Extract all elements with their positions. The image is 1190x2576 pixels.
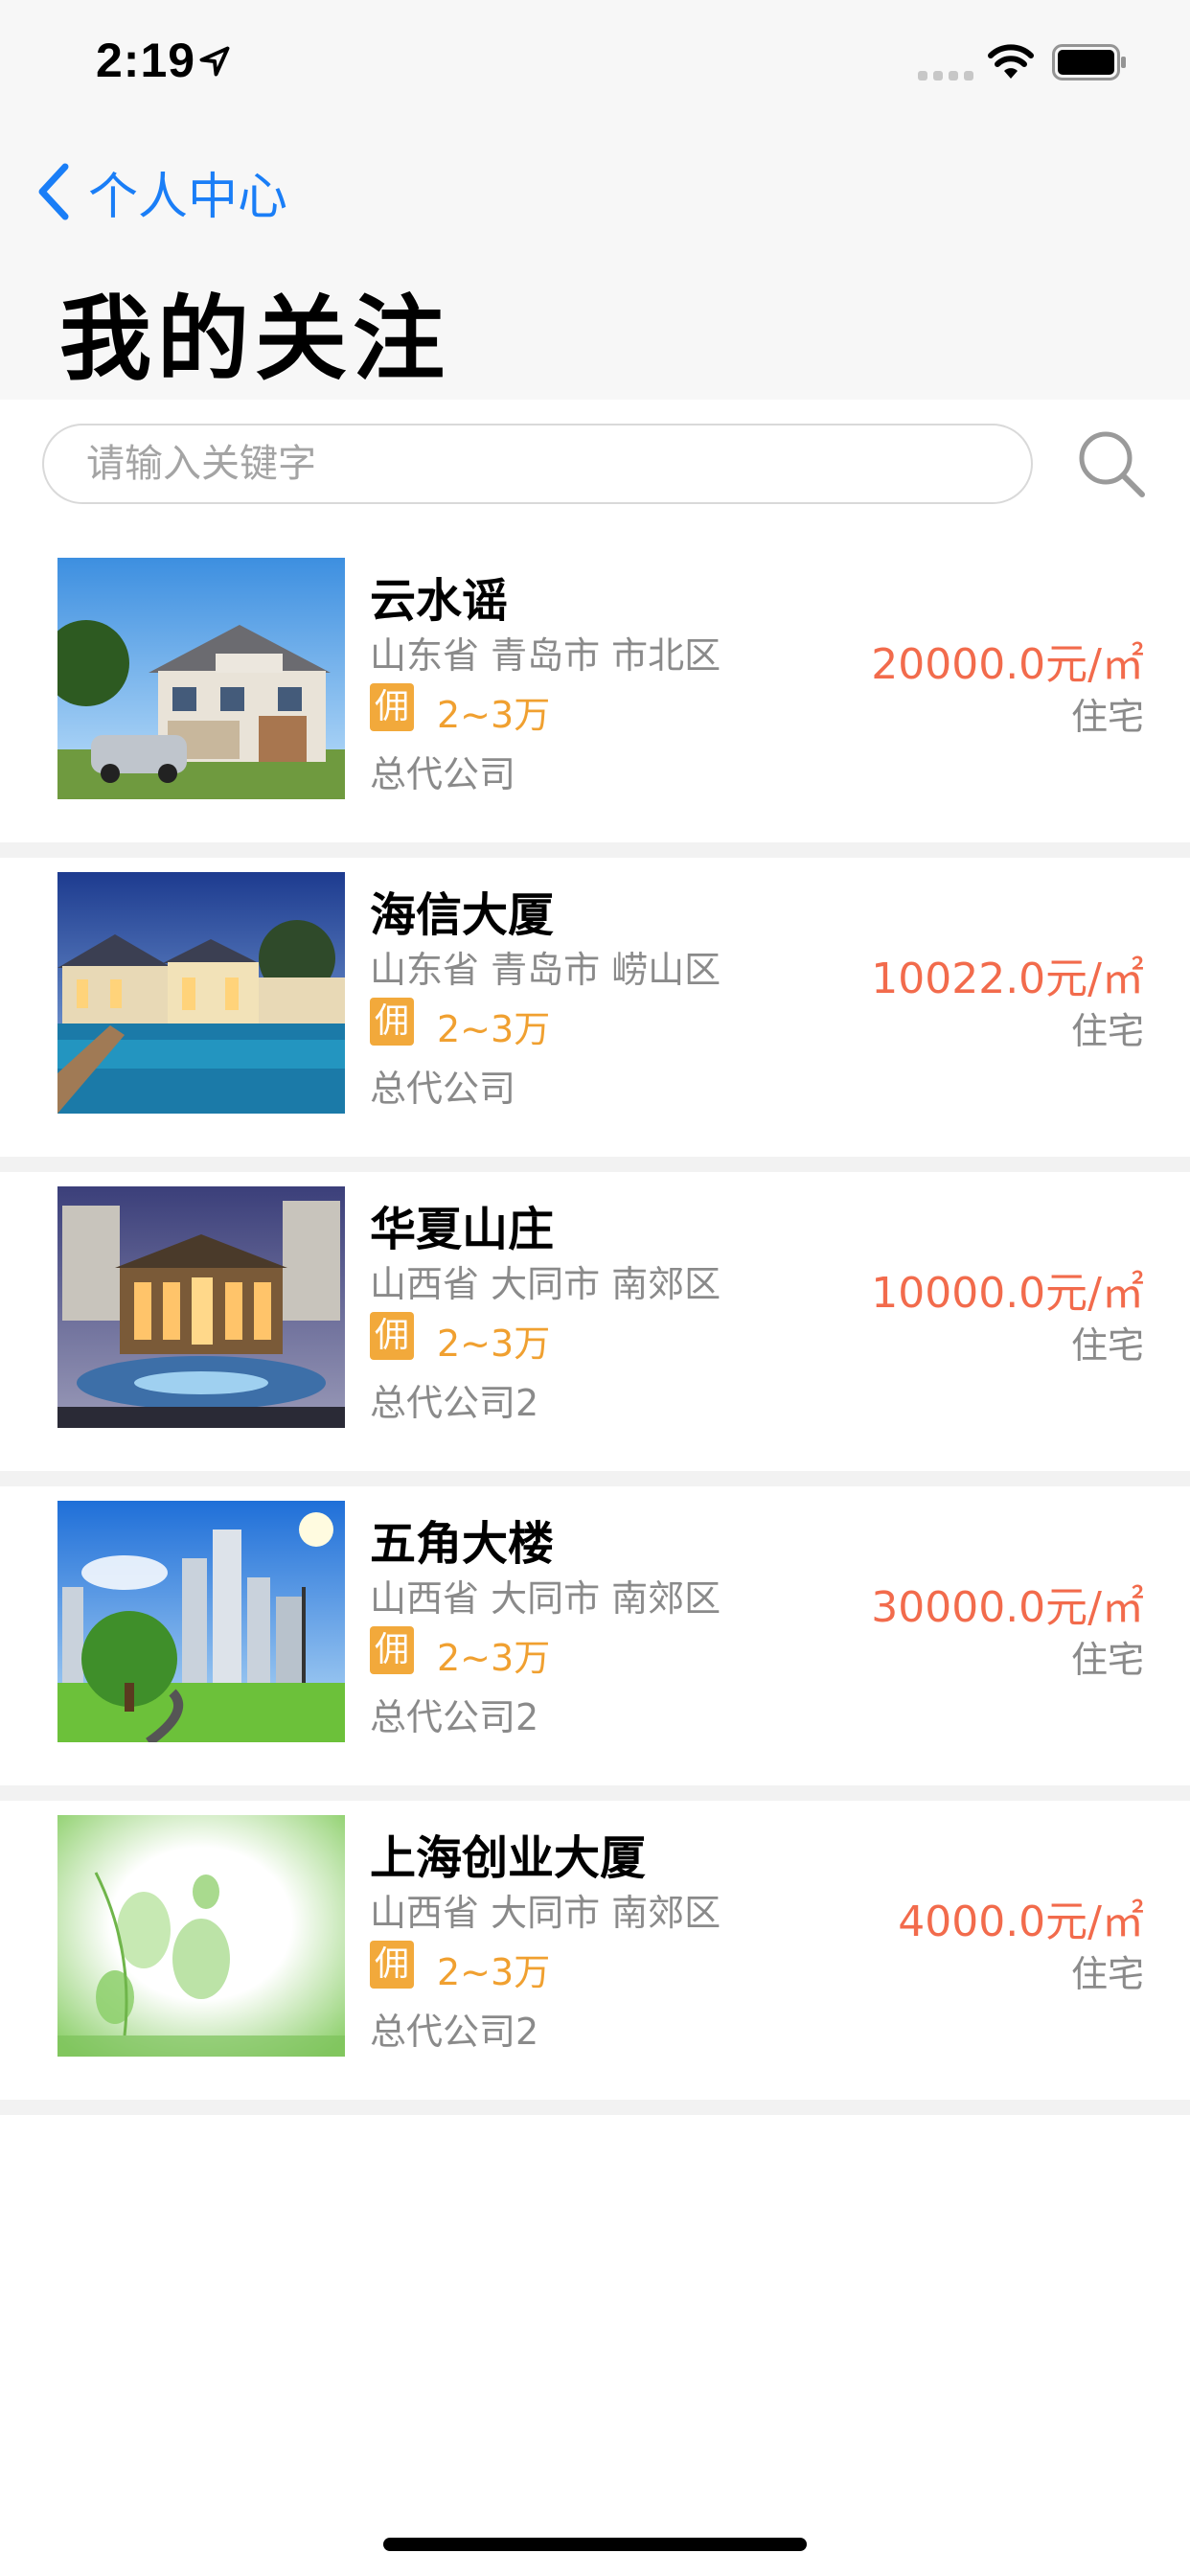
listing-name: 华夏山庄	[370, 1203, 555, 1256]
property-type: 住宅	[1070, 1324, 1144, 1367]
search-icon[interactable]	[1075, 427, 1148, 500]
listing-item[interactable]: 云水谣 山东省 青岛市 市北区 佣 2~3万 总代公司 20000.0元/㎡ 住…	[0, 543, 1190, 858]
listing-address: 山西省 大同市 南郊区	[370, 1263, 721, 1305]
agent-company: 总代公司	[370, 1068, 516, 1110]
search-input[interactable]	[42, 424, 1033, 504]
commission-value: 2~3万	[437, 1008, 551, 1050]
listing-image	[57, 872, 345, 1114]
listing-address: 山东省 青岛市 崂山区	[370, 949, 721, 991]
home-indicator[interactable]	[383, 2538, 807, 2551]
listing-address: 山西省 大同市 南郊区	[370, 1892, 721, 1934]
page-title: 我的关注	[59, 286, 450, 393]
chevron-left-icon	[38, 163, 69, 220]
battery-icon	[1052, 44, 1126, 80]
listing-address: 山东省 青岛市 市北区	[370, 634, 721, 677]
listing-price: 4000.0元/㎡	[898, 1898, 1144, 1946]
agent-company: 总代公司	[370, 753, 516, 795]
agent-company: 总代公司2	[370, 1382, 539, 1424]
property-type: 住宅	[1070, 1639, 1144, 1681]
listing-image	[57, 1501, 345, 1742]
listing-item[interactable]: 华夏山庄 山西省 大同市 南郊区 佣 2~3万 总代公司2 10000.0元/㎡…	[0, 1172, 1190, 1486]
listing-item[interactable]: 五角大楼 山西省 大同市 南郊区 佣 2~3万 总代公司2 30000.0元/㎡…	[0, 1486, 1190, 1801]
listing-name: 云水谣	[370, 574, 509, 628]
commission-badge: 佣	[370, 683, 414, 731]
property-type: 住宅	[1070, 696, 1144, 738]
listing-price: 20000.0元/㎡	[871, 640, 1144, 689]
listing-name: 海信大厦	[370, 888, 555, 942]
listing-price: 30000.0元/㎡	[871, 1583, 1144, 1632]
status-time: 2:19	[96, 34, 196, 87]
agent-company: 总代公司2	[370, 1696, 539, 1738]
location-arrow-icon	[199, 46, 230, 77]
listing-price: 10022.0元/㎡	[871, 954, 1144, 1003]
wifi-icon	[988, 44, 1034, 79]
commission-value: 2~3万	[437, 694, 551, 736]
listing-image	[57, 1186, 345, 1428]
listing-image	[57, 558, 345, 799]
listing-image	[57, 1815, 345, 2057]
commission-badge: 佣	[370, 1941, 414, 1989]
listing-name: 上海创业大厦	[370, 1831, 647, 1885]
listing-list: 云水谣 山东省 青岛市 市北区 佣 2~3万 总代公司 20000.0元/㎡ 住…	[0, 543, 1190, 2115]
listing-item[interactable]: 海信大厦 山东省 青岛市 崂山区 佣 2~3万 总代公司 10022.0元/㎡ …	[0, 858, 1190, 1172]
cellular-signal-icon	[918, 71, 973, 80]
listing-item[interactable]: 上海创业大厦 山西省 大同市 南郊区 佣 2~3万 总代公司2 4000.0元/…	[0, 1801, 1190, 2115]
commission-value: 2~3万	[437, 1637, 551, 1679]
listing-price: 10000.0元/㎡	[871, 1269, 1144, 1318]
listing-address: 山西省 大同市 南郊区	[370, 1577, 721, 1620]
commission-badge: 佣	[370, 1312, 414, 1360]
listing-name: 五角大楼	[370, 1517, 555, 1571]
commission-value: 2~3万	[437, 1951, 551, 1993]
property-type: 住宅	[1070, 1953, 1144, 1995]
commission-value: 2~3万	[437, 1322, 551, 1365]
back-button[interactable]: 个人中心	[34, 153, 287, 230]
status-bar: 2:19	[0, 0, 1190, 126]
property-type: 住宅	[1070, 1010, 1144, 1052]
commission-badge: 佣	[370, 1626, 414, 1674]
back-label: 个人中心	[88, 168, 288, 226]
agent-company: 总代公司2	[370, 2011, 539, 2053]
commission-badge: 佣	[370, 998, 414, 1046]
